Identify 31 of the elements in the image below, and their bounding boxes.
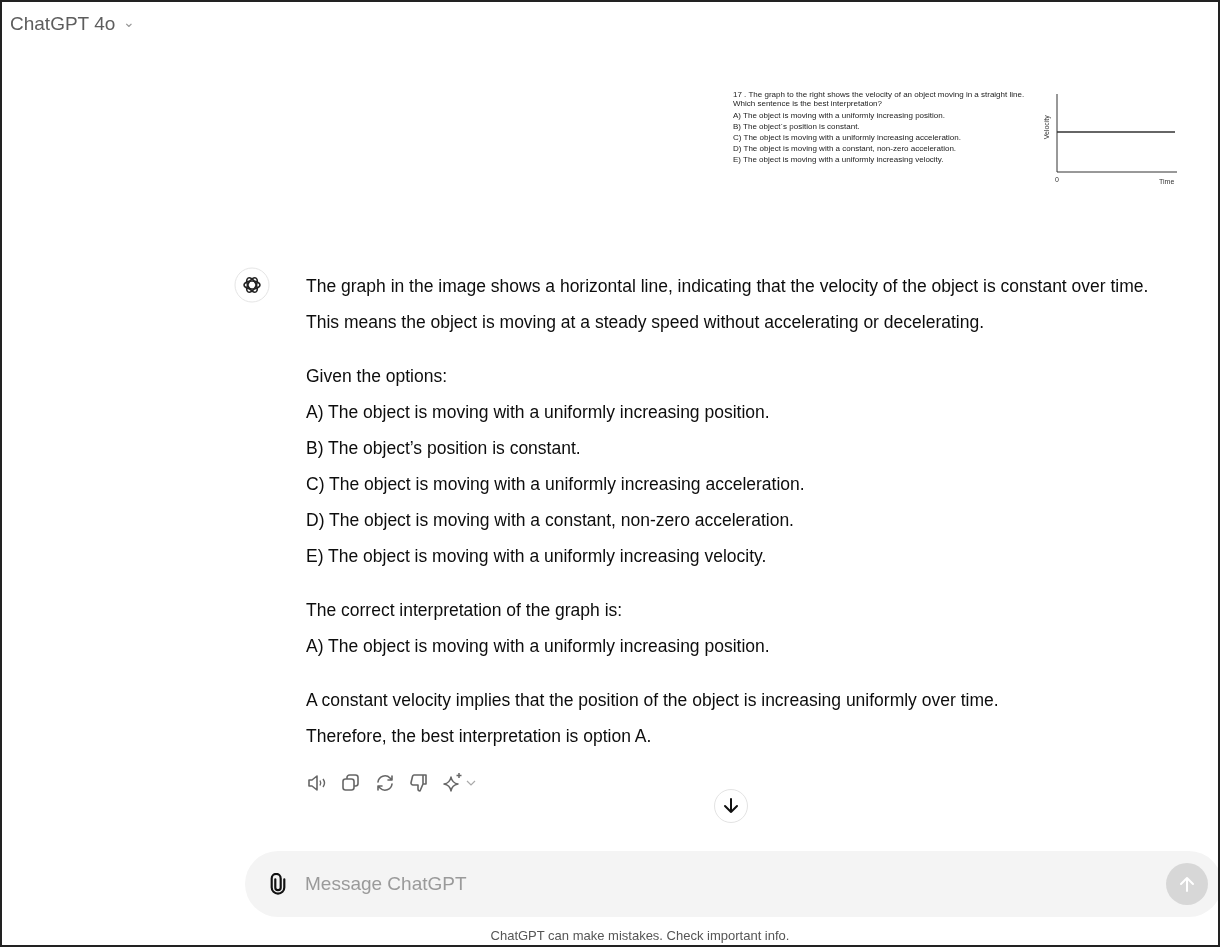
response-text: C) The object is moving with a uniformly increasing acceleration. [306,473,806,496]
message-input[interactable]: Message ChatGPT [305,869,1166,899]
sparkle-icon[interactable] [442,772,464,794]
response-text: A constant velocity implies that the position of the object is increasing uniformly over time. [306,689,1000,712]
refresh-icon[interactable] [374,772,396,794]
paperclip-icon[interactable] [269,873,287,895]
disclaimer-text: ChatGPT can make mistakes. Check important info. [489,927,790,945]
speaker-icon[interactable] [306,772,328,794]
arrow-up-icon [1178,875,1196,893]
response-text: Therefore, the best interpretation is option A. [306,725,653,748]
copy-icon[interactable] [340,772,362,794]
response-text: The correct interpretation of the graph is: [306,599,624,622]
option-text: C) The object is moving with a uniformly increasing acceleration. [733,131,962,143]
message-field[interactable]: Message ChatGPT [245,851,1218,917]
option-text: E) The object is moving with a uniformly increasing velocity. [733,153,945,165]
question-text: 17 . The graph to the right shows the velocity of an object moving in a straight line. Which sentence is the best interpretation? [733,90,1026,109]
option-text: A) The object is moving with a uniformly increasing position. [733,109,946,121]
scroll-down-button[interactable] [714,789,748,823]
option-text: D) The object is moving with a constant, non-zero acceleration. [733,142,958,154]
response-text: A) The object is moving with a uniformly increasing position. [306,401,771,424]
response-text: D) The object is moving with a constant, non-zero acceleration. [306,509,795,532]
response-text: B) The object’s position is constant. [306,437,582,460]
response-text: A) The object is moving with a uniformly increasing position. [306,635,771,658]
response-text: E) The object is moving with a uniformly increasing velocity. [306,545,768,568]
model-name[interactable]: ChatGPT 4o [10,10,116,39]
option-text: B) The object´s position is constant. [733,120,861,132]
response-text: The graph in the image shows a horizontal line, indicating that the velocity of the object is constant over time. This means the object is moving at a steady speed without accelerating or decelerating. [306,275,1150,334]
assistant-logo-icon [234,267,270,303]
thumbs-down-icon[interactable] [408,772,430,794]
response-text: Given the options: [306,365,449,388]
arrow-down-icon [722,797,740,815]
